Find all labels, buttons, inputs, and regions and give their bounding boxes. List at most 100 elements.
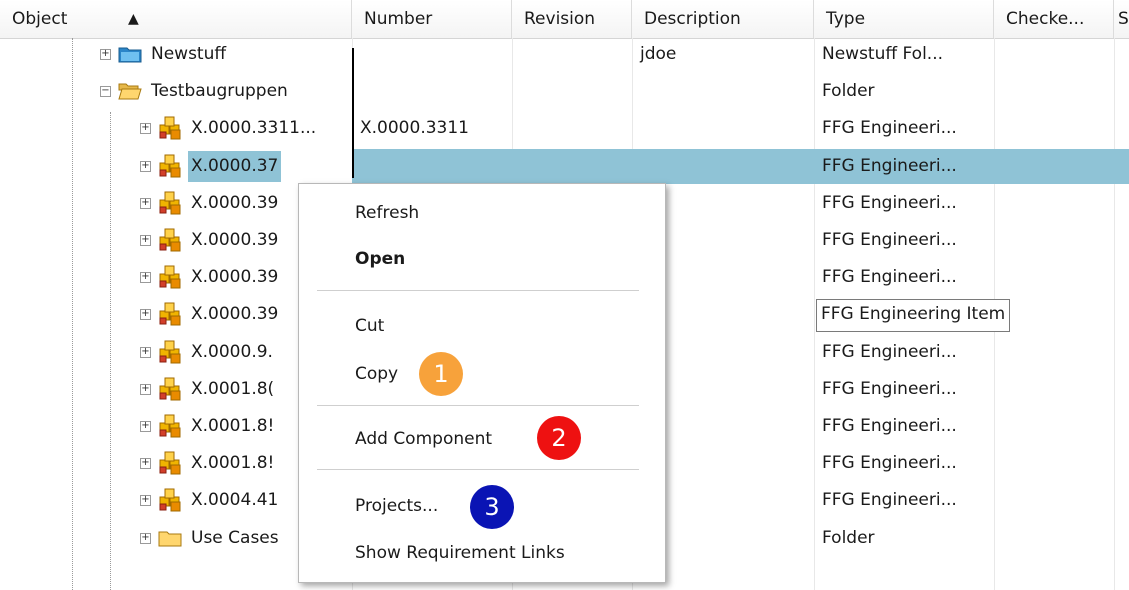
cell-number: X.0000.3311: [360, 118, 469, 138]
menu-item-label: Add Component: [355, 429, 493, 449]
expand-icon[interactable]: +: [140, 458, 151, 469]
table-row[interactable]: + X.0000.37 FFG Engineeri...: [0, 148, 1129, 185]
expand-icon[interactable]: +: [140, 123, 151, 134]
menu-item-label: Copy: [355, 364, 399, 384]
cell-type: FFG Engineeri...: [822, 118, 957, 138]
menu-item-projects[interactable]: Projects...: [355, 491, 438, 521]
annotation-badge-3: 3: [470, 485, 514, 529]
expand-icon[interactable]: +: [140, 347, 151, 358]
item-icon: [158, 340, 182, 364]
cell-number: [352, 73, 512, 110]
menu-item-show-requirement-links[interactable]: Show Requirement Links: [355, 538, 565, 568]
item-icon: [158, 116, 182, 140]
menu-item-open[interactable]: Open: [355, 244, 405, 274]
object-name: X.0000.39: [191, 230, 279, 250]
object-name: X.0000.9.: [191, 342, 273, 362]
item-icon: [158, 191, 182, 215]
badge-number: 1: [433, 360, 449, 388]
annotation-badge-1: 1: [419, 352, 463, 396]
menu-item-cut[interactable]: Cut: [355, 311, 384, 341]
cell-type: FFG Engineeri...: [822, 230, 957, 250]
type-editor-field[interactable]: FFG Engineering Item: [816, 299, 1011, 332]
cell-type: Folder: [822, 81, 875, 101]
table-row[interactable]: + Newstuff jdoe Newstuff Fol...: [0, 36, 1129, 73]
cell-type: FFG Engineeri...: [822, 342, 957, 362]
object-name: Testbaugruppen: [151, 81, 288, 101]
column-header-revision[interactable]: Revision: [512, 0, 632, 38]
table-header: Object ▲ Number Revision Description Typ…: [0, 0, 1129, 39]
item-icon: [158, 488, 182, 512]
object-name: X.0001.8!: [191, 416, 275, 436]
table-row[interactable]: − Testbaugruppen Folder: [0, 73, 1129, 110]
expand-icon[interactable]: +: [140, 495, 151, 506]
object-name: X.0000.3311...: [191, 118, 317, 138]
column-header-type[interactable]: Type: [814, 0, 994, 38]
object-name: X.0004.41: [191, 490, 279, 510]
expand-icon[interactable]: +: [100, 49, 111, 60]
newstuff-folder-icon: [118, 42, 142, 66]
item-icon: [158, 414, 182, 438]
cell-description: [632, 148, 814, 185]
object-name: X.0000.39: [191, 193, 279, 213]
column-header-label: Checke...: [1006, 9, 1085, 29]
column-header-label: Revision: [524, 9, 596, 29]
menu-item-label: Cut: [355, 316, 385, 336]
expand-icon[interactable]: +: [140, 198, 151, 209]
column-header-label: Number: [364, 9, 433, 29]
column-header-object[interactable]: Object ▲: [0, 0, 352, 38]
cell-type: FFG Engineeri...: [822, 193, 957, 213]
cell-revision: [512, 148, 632, 185]
item-icon: [158, 377, 182, 401]
cell-type: Newstuff Fol...: [822, 44, 944, 64]
item-icon: [158, 265, 182, 289]
expand-icon[interactable]: +: [140, 161, 151, 172]
cell-type: FFG Engineeri...: [822, 379, 957, 399]
expand-icon[interactable]: +: [140, 421, 151, 432]
column-header-label: Object: [12, 9, 68, 29]
column-header-number[interactable]: Number: [352, 0, 512, 38]
column-header-label: Description: [644, 9, 741, 29]
expand-icon[interactable]: +: [140, 235, 151, 246]
menu-item-label: Show Requirement Links: [355, 543, 565, 563]
menu-separator: [317, 290, 639, 291]
expand-icon[interactable]: +: [140, 533, 151, 544]
menu-separator: [317, 405, 639, 406]
collapse-icon[interactable]: −: [100, 86, 111, 97]
cell-revision: [512, 110, 632, 147]
object-name: X.0000.37: [188, 151, 282, 182]
expand-icon[interactable]: +: [140, 309, 151, 320]
menu-item-refresh[interactable]: Refresh: [355, 198, 419, 228]
cell-type: FFG Engineeri...: [822, 156, 957, 176]
expand-icon[interactable]: +: [140, 384, 151, 395]
object-name: X.0001.8!: [191, 453, 275, 473]
cell-type: Folder: [822, 528, 875, 548]
column-header-label: S: [1118, 9, 1129, 29]
column-header-s[interactable]: S: [1114, 0, 1129, 38]
menu-item-add-component[interactable]: Add Component: [355, 424, 492, 454]
item-icon: [158, 228, 182, 252]
menu-item-label: Projects...: [355, 496, 439, 516]
menu-separator: [317, 469, 639, 470]
cell-type: FFG Engineeri...: [822, 267, 957, 287]
cell-type: FFG Engineeri...: [822, 416, 957, 436]
badge-number: 2: [551, 424, 567, 452]
open-folder-icon: [118, 79, 142, 103]
table-row[interactable]: + X.0000.3311... X.0000.3311 FFG Engineeri.…: [0, 110, 1129, 147]
badge-number: 3: [484, 493, 500, 521]
item-icon: [158, 451, 182, 475]
menu-item-label: Refresh: [355, 203, 420, 223]
column-resize-marker: [352, 48, 354, 178]
object-name: Use Cases: [191, 528, 279, 548]
object-name: X.0000.39: [191, 267, 279, 287]
cell-description: [632, 73, 814, 110]
menu-item-copy[interactable]: Copy: [355, 359, 398, 389]
cell-type: FFG Engineeri...: [822, 490, 957, 510]
object-name: Newstuff: [151, 44, 227, 64]
item-icon: [158, 154, 182, 178]
column-header-description[interactable]: Description: [632, 0, 814, 38]
annotation-badge-2: 2: [537, 416, 581, 460]
sort-ascending-icon: ▲: [128, 11, 139, 27]
cell-description: jdoe: [640, 44, 677, 64]
column-header-checked-out[interactable]: Checke...: [994, 0, 1114, 38]
expand-icon[interactable]: +: [140, 272, 151, 283]
